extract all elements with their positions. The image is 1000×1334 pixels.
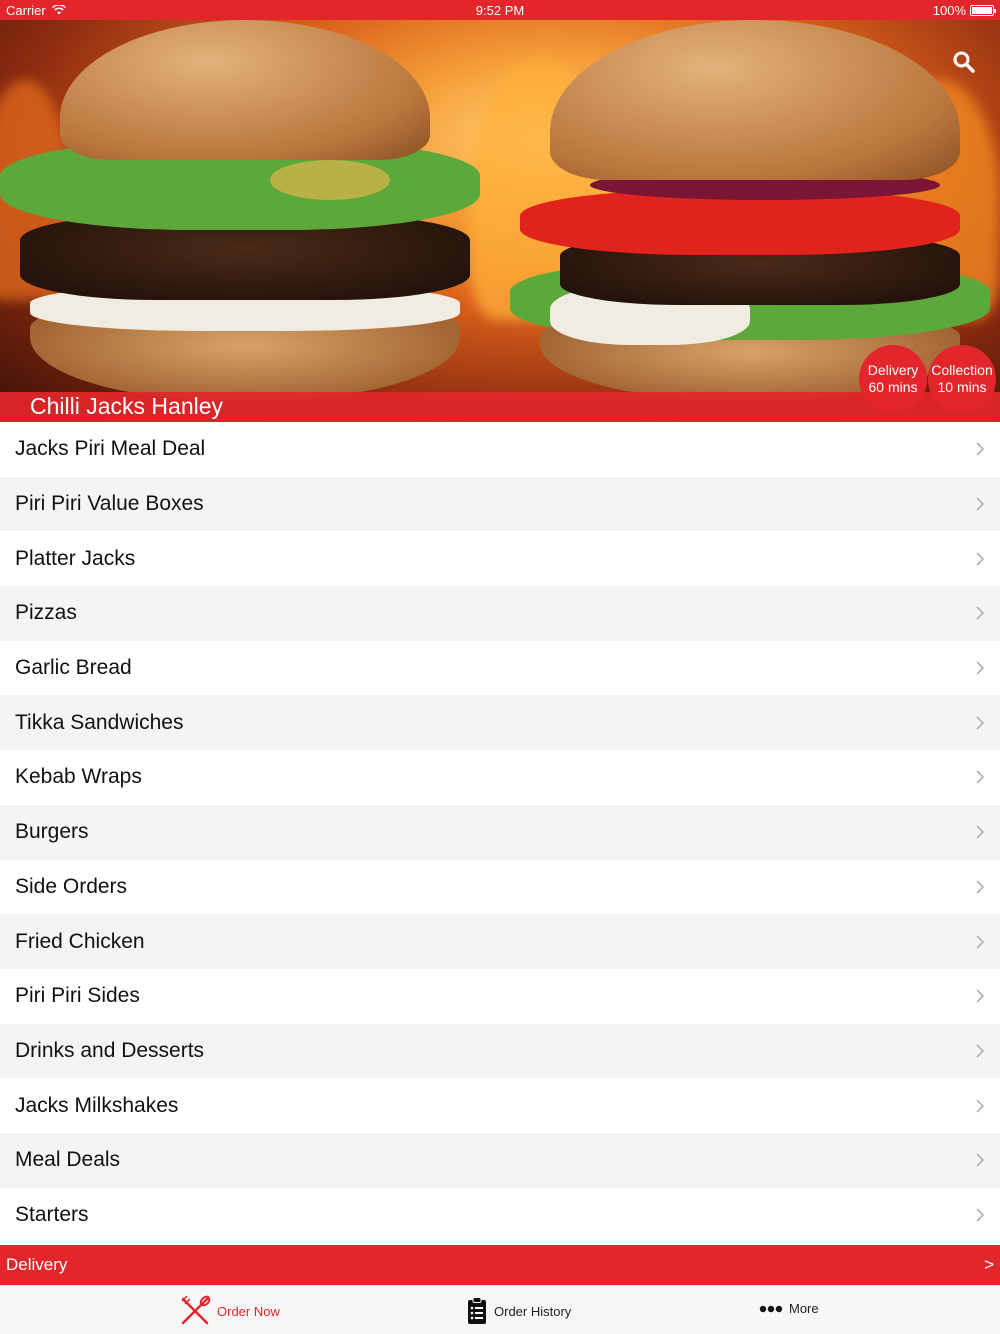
menu-category-label: Side Orders <box>15 874 128 898</box>
tab-more[interactable]: More <box>759 1301 819 1316</box>
menu-category-row[interactable]: Tikka Sandwiches <box>0 695 1000 751</box>
menu-category-label: Platter Jacks <box>15 546 136 570</box>
search-button[interactable] <box>952 50 976 74</box>
hero-banner: Chilli Jacks Hanley Delivery 60 mins Col… <box>0 20 1000 422</box>
chevron-right-icon <box>976 880 985 894</box>
menu-category-row[interactable]: Meal Deals <box>0 1132 1000 1188</box>
battery-icon <box>970 4 996 16</box>
tab-bar: Order Now Order History More <box>0 1285 1000 1334</box>
chevron-right-icon <box>976 770 985 785</box>
menu-category-label: Meal Deals <box>15 1148 121 1172</box>
menu-category-row[interactable]: Kebab Wraps <box>0 750 1000 805</box>
chevron-right-icon <box>976 1099 985 1113</box>
menu-category-row[interactable]: Jacks Milkshakes <box>0 1078 1000 1133</box>
chevron-right-icon <box>976 1044 985 1058</box>
clipboard-list-icon <box>468 1297 486 1324</box>
tab-order-history[interactable]: Order History <box>466 1297 571 1325</box>
collection-time-badge[interactable]: Collection 10 mins <box>928 345 996 413</box>
chevron-right-icon <box>976 497 985 511</box>
menu-category-row[interactable]: Piri Piri Value Boxes <box>0 476 1000 532</box>
tab-order-history-label: Order History <box>494 1303 572 1319</box>
menu-category-label: Tikka Sandwiches <box>15 710 184 734</box>
chevron-right-icon <box>976 1153 985 1167</box>
status-bar: Carrier 9:52 PM 100% <box>0 0 1000 20</box>
menu-category-label: Jacks Milkshakes <box>15 1093 179 1117</box>
wifi-icon <box>51 5 66 15</box>
menu-category-label: Garlic Bread <box>15 656 132 680</box>
menu-category-label: Starters <box>15 1202 89 1226</box>
status-left: Carrier <box>6 3 66 18</box>
collection-badge-time: 10 mins <box>937 379 987 395</box>
chevron-right-icon <box>976 934 985 949</box>
left-burger-image <box>0 20 490 400</box>
pickle <box>270 160 390 200</box>
menu-category-row[interactable]: Fried Chicken <box>0 914 1000 969</box>
delivery-mode-bar[interactable]: Delivery > <box>0 1245 1000 1285</box>
menu-category-label: Piri Piri Value Boxes <box>15 492 204 516</box>
menu-category-label: Burgers <box>15 820 89 844</box>
right-burger-image <box>500 20 1000 400</box>
menu-category-row[interactable]: Drinks and Desserts <box>0 1023 1000 1079</box>
menu-category-label: Pizzas <box>15 601 77 625</box>
chevron-right-icon <box>976 825 985 839</box>
menu-category-row[interactable]: Piri Piri Sides <box>0 968 1000 1024</box>
menu-category-label: Jacks Piri Meal Deal <box>15 437 206 461</box>
battery-percent: 100% <box>932 2 966 18</box>
collection-badge-label: Collection <box>931 362 993 378</box>
menu-category-row[interactable]: Platter Jacks <box>0 531 1000 587</box>
menu-category-row[interactable]: Pizzas <box>0 586 1000 641</box>
menu-category-label: Fried Chicken <box>15 929 145 953</box>
menu-category-row[interactable]: Garlic Bread <box>0 640 1000 696</box>
menu-category-row[interactable]: Starters <box>0 1187 1000 1243</box>
cutlery-icon <box>181 1295 211 1325</box>
delivery-time-badge[interactable]: Delivery 60 mins <box>859 345 927 413</box>
menu-category-row[interactable]: Side Orders <box>0 859 1000 915</box>
chevron-right-icon <box>976 1208 985 1222</box>
search-icon <box>953 51 975 73</box>
status-right: 100% <box>932 2 996 18</box>
menu-category-label: Drinks and Desserts <box>15 1038 205 1062</box>
battery-fill <box>972 6 992 14</box>
delivery-mode-arrow: > <box>984 1255 994 1274</box>
chevron-right-icon <box>976 606 985 620</box>
delivery-badge-time: 60 mins <box>868 379 918 395</box>
tab-more-label: More <box>789 1301 819 1316</box>
status-time: 9:52 PM <box>475 2 525 18</box>
chevron-right-icon <box>976 716 985 730</box>
chevron-right-icon <box>976 552 985 566</box>
bun-top <box>550 20 960 180</box>
tab-order-now[interactable]: Order Now <box>179 1295 280 1327</box>
menu-category-row[interactable]: Burgers <box>0 804 1000 860</box>
restaurant-name: Chilli Jacks Hanley <box>30 393 224 419</box>
carrier-label: Carrier <box>6 2 46 18</box>
delivery-badge-label: Delivery <box>867 362 919 378</box>
tab-order-now-label: Order Now <box>217 1303 280 1319</box>
chevron-right-icon <box>976 442 985 456</box>
chevron-right-icon <box>976 661 985 675</box>
menu-category-label: Kebab Wraps <box>15 765 142 789</box>
bun-top <box>60 20 430 160</box>
chevron-right-icon <box>976 989 985 1003</box>
menu-category-list: Jacks Piri Meal Deal Piri Piri Value Box… <box>0 422 1000 1243</box>
menu-category-row[interactable]: Jacks Piri Meal Deal <box>0 422 1000 477</box>
delivery-mode-label: Delivery <box>6 1255 68 1274</box>
menu-category-label: Piri Piri Sides <box>15 984 140 1008</box>
more-dots-icon <box>759 1305 783 1312</box>
